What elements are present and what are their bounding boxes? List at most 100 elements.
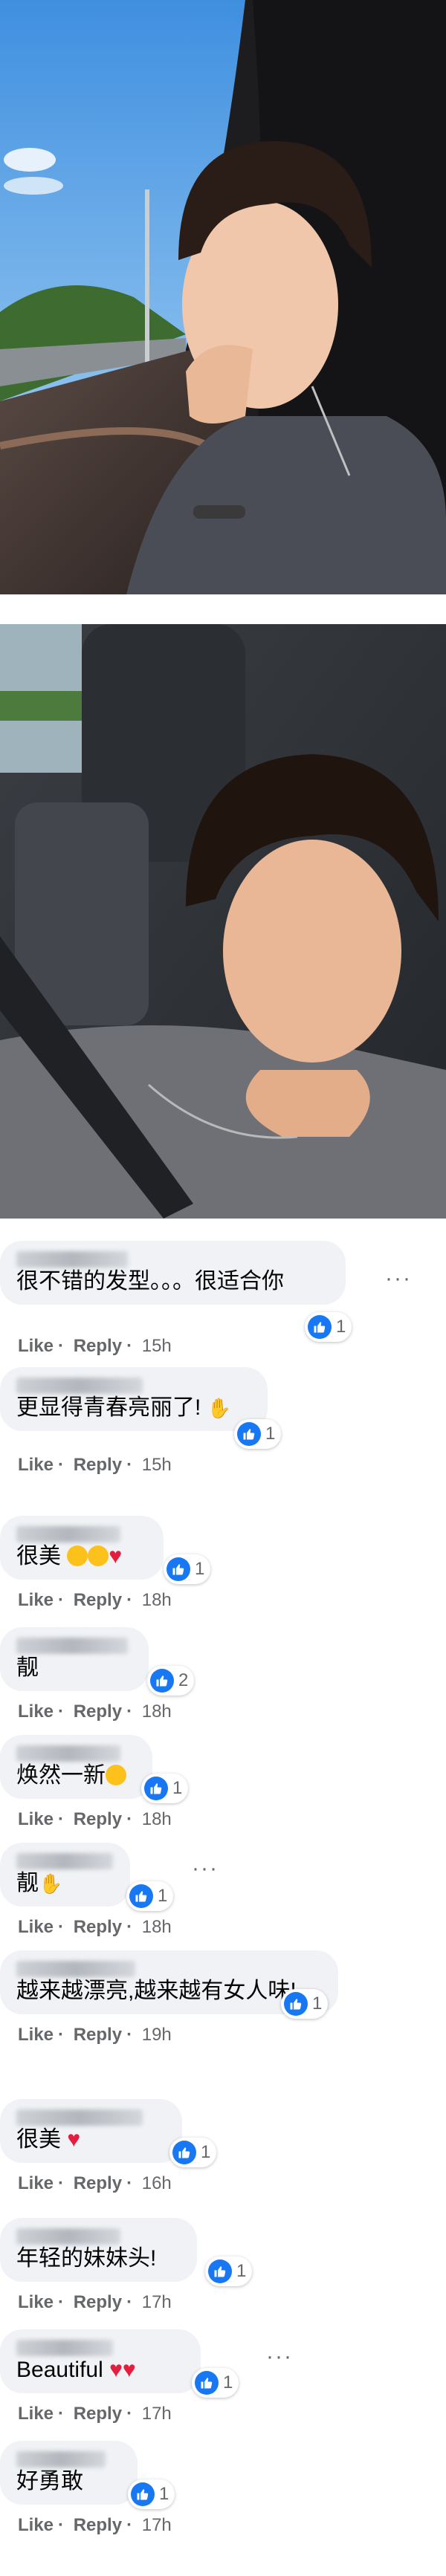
photo-gap (0, 594, 446, 624)
reaction-number: 2 (178, 1670, 189, 1690)
comment-bubble: 很美 ♥ (0, 1516, 164, 1580)
commenter-name-blurred[interactable] (16, 2451, 106, 2468)
commenter-name-blurred[interactable] (16, 1378, 143, 1394)
reply-button[interactable]: Reply (74, 2515, 122, 2535)
comment-time[interactable]: 16h (142, 2173, 172, 2193)
commenter-name-blurred[interactable] (16, 2109, 143, 2126)
comment-time[interactable]: 15h (142, 1336, 172, 1356)
reaction-count[interactable]: 1 (192, 2368, 239, 2398)
comment-bubble: 更显得青春亮丽了! ✋ (0, 1367, 268, 1431)
like-button[interactable]: Like (18, 2173, 54, 2193)
reaction-count[interactable]: 1 (126, 1881, 174, 1911)
reply-button[interactable]: Reply (74, 2292, 122, 2312)
heart-emoji-icon: ♥ (109, 1544, 123, 1568)
reply-button[interactable]: Reply (74, 2025, 122, 2045)
comment-time[interactable]: 18h (142, 1590, 172, 1610)
more-options-icon[interactable]: ··· (385, 1266, 412, 1291)
commenter-name-blurred[interactable] (16, 1251, 128, 1268)
comment-text: 更显得青春亮丽了! ✋ (16, 1394, 251, 1422)
comment-bubble: 好勇敢 (0, 2441, 138, 2505)
reply-button[interactable]: Reply (74, 2404, 122, 2424)
like-button[interactable]: Like (18, 2292, 54, 2312)
like-button[interactable]: Like (18, 1809, 54, 1829)
comment-actions: Like · Reply · 18h (18, 1809, 172, 1829)
commenter-name-blurred[interactable] (16, 1526, 120, 1542)
reaction-count[interactable]: 1 (164, 1554, 211, 1584)
comment-bubble: 年轻的妹妹头! (0, 2218, 197, 2282)
thumbs-up-icon (284, 1992, 308, 2016)
comment-actions: Like · Reply · 17h (18, 2292, 172, 2312)
commenter-name-blurred[interactable] (16, 2340, 113, 2356)
commenter-name-blurred[interactable] (16, 1745, 120, 1762)
comment-time[interactable]: 18h (142, 1809, 172, 1829)
comment-actions: Like · Reply · 16h (18, 2173, 172, 2193)
comment-text: Beautiful ♥♥ (16, 2358, 136, 2382)
reply-button[interactable]: Reply (74, 1455, 122, 1475)
comment-time[interactable]: 18h (142, 1701, 172, 1722)
comment-text: 很美 ♥ (16, 1544, 123, 1568)
reply-button[interactable]: Reply (74, 1336, 122, 1356)
commenter-name-blurred[interactable] (16, 2228, 120, 2245)
reaction-number: 1 (172, 1778, 183, 1798)
comment-time[interactable]: 17h (142, 2515, 172, 2535)
comment-text: 很美 ♥ (16, 2127, 81, 2152)
clap-emoji-icon: ✋ (39, 1872, 63, 1895)
thumbs-up-icon (208, 2259, 232, 2283)
reply-button[interactable]: Reply (74, 1590, 122, 1610)
post-photo-1[interactable] (0, 0, 446, 594)
like-button[interactable]: Like (18, 1455, 54, 1475)
comment-time[interactable]: 15h (142, 1455, 172, 1475)
comment-actions: Like · Reply · 17h (18, 2515, 172, 2535)
reaction-count[interactable]: 1 (141, 1774, 189, 1803)
more-options-icon[interactable]: ··· (266, 2344, 293, 2369)
reaction-count[interactable]: 1 (281, 1989, 329, 2019)
thumbs-up-icon (308, 1315, 332, 1339)
reaction-count[interactable]: 1 (305, 1312, 352, 1342)
reply-button[interactable]: Reply (74, 1701, 122, 1722)
reply-button[interactable]: Reply (74, 2173, 122, 2193)
more-options-icon[interactable]: ··· (192, 1856, 219, 1881)
thumbs-up-icon (195, 2371, 219, 2395)
thumbs-up-icon (167, 1557, 190, 1581)
like-button[interactable]: Like (18, 2404, 54, 2424)
reaction-number: 1 (201, 2142, 211, 2162)
reaction-count[interactable]: 2 (147, 1666, 195, 1696)
comment-text: 靓 (16, 1655, 39, 1680)
reaction-count[interactable]: 1 (205, 2257, 253, 2286)
like-button[interactable]: Like (18, 1336, 54, 1356)
comment-time[interactable]: 18h (142, 1917, 172, 1937)
reaction-number: 1 (223, 2372, 233, 2392)
reaction-count[interactable]: 1 (128, 2479, 175, 2509)
comment-time[interactable]: 17h (142, 2292, 172, 2312)
reaction-number: 1 (265, 1424, 276, 1444)
reaction-number: 1 (336, 1317, 346, 1337)
thumbs-up-icon (172, 2141, 196, 2164)
comment-text: 年轻的妹妹头! (16, 2246, 157, 2271)
comment-time[interactable]: 17h (142, 2404, 172, 2424)
reaction-count[interactable]: 1 (234, 1419, 282, 1449)
thumbs-up-icon (129, 1884, 153, 1908)
smile-emoji-icon (67, 1545, 88, 1566)
comment-text: 焕然一新 (16, 1762, 136, 1790)
like-button[interactable]: Like (18, 2515, 54, 2535)
commenter-name-blurred[interactable] (16, 1961, 135, 1977)
like-button[interactable]: Like (18, 1590, 54, 1610)
comment-bubble: 很不错的发型。。。很适合你 (0, 1241, 346, 1305)
comment-text: 越来越漂亮,越来越有女人味! (16, 1979, 297, 2003)
like-button[interactable]: Like (18, 1917, 54, 1937)
comment-actions: Like · Reply · 18h (18, 1917, 172, 1937)
reaction-count[interactable]: 1 (169, 2138, 217, 2167)
comment-time[interactable]: 19h (142, 2025, 172, 2045)
comment-text: 好勇敢 (16, 2469, 83, 2494)
like-button[interactable]: Like (18, 1701, 54, 1722)
commenter-name-blurred[interactable] (16, 1638, 128, 1654)
like-button[interactable]: Like (18, 2025, 54, 2045)
reaction-number: 1 (236, 2261, 247, 2281)
reply-button[interactable]: Reply (74, 1809, 122, 1829)
reaction-number: 1 (159, 2484, 169, 2504)
commenter-name-blurred[interactable] (16, 1853, 113, 1869)
comment-actions: Like · Reply · 15h (18, 1455, 172, 1475)
reply-button[interactable]: Reply (74, 1917, 122, 1937)
photo-2-image (0, 624, 446, 1219)
post-photo-2[interactable] (0, 624, 446, 1219)
